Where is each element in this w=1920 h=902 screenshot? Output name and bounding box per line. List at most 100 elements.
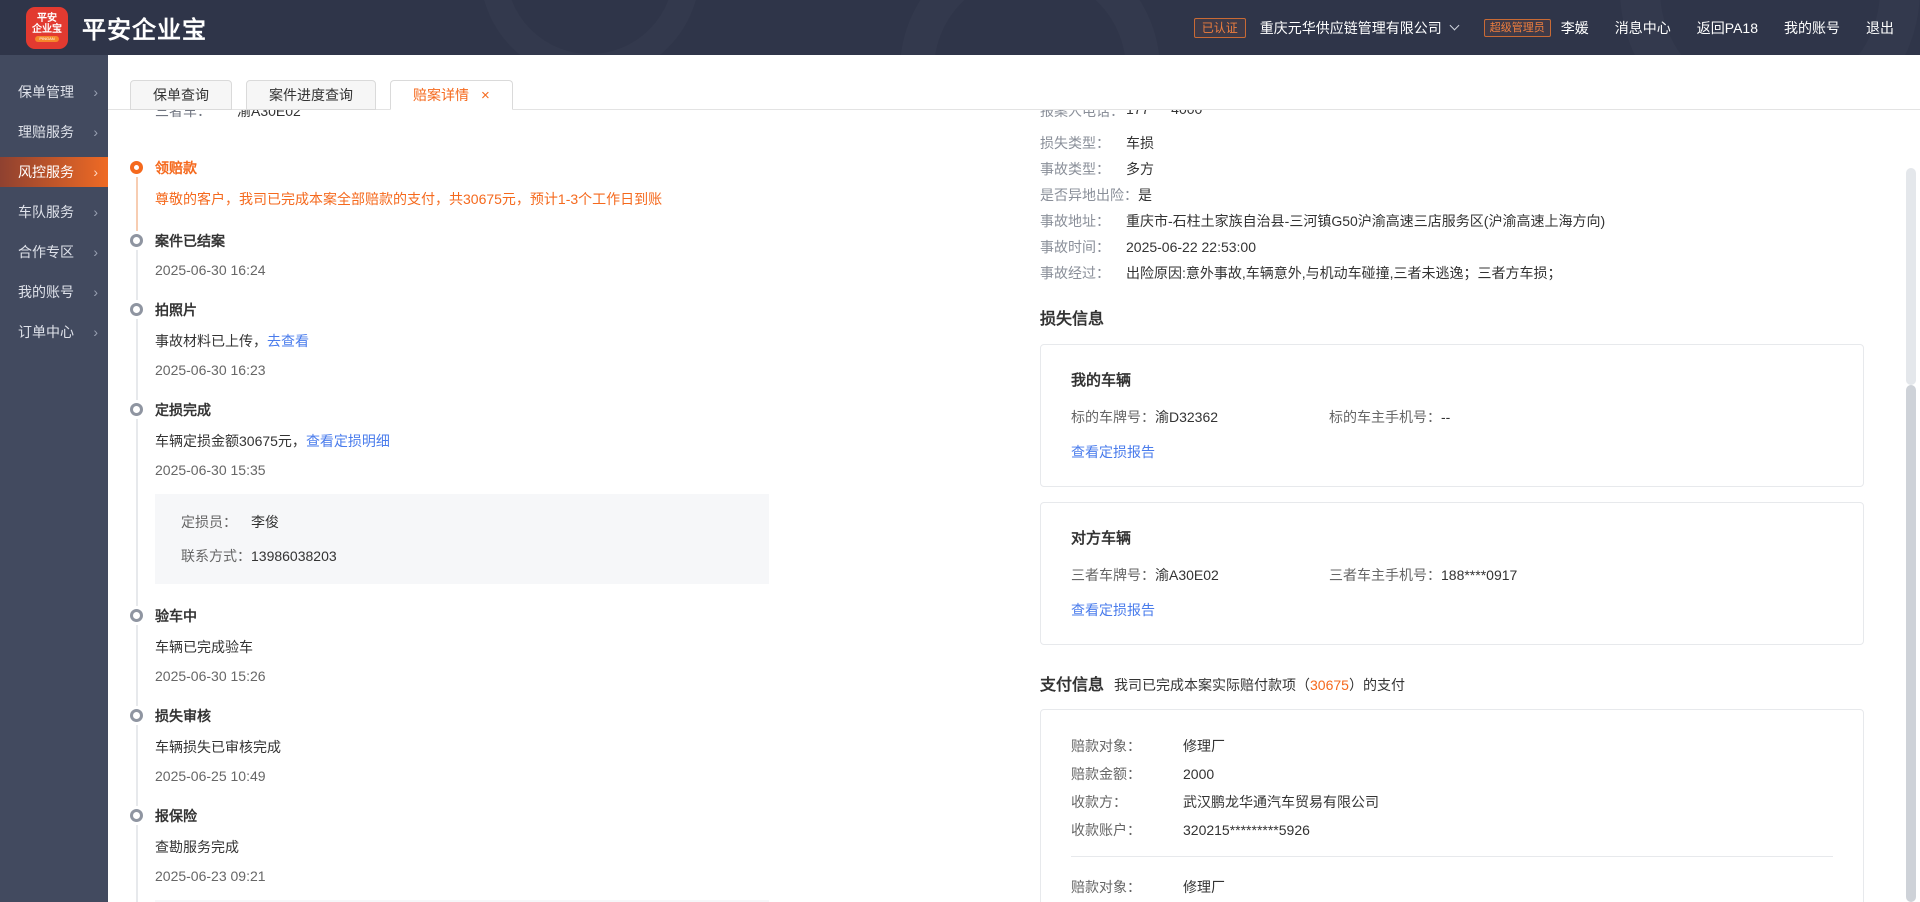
field-value: 出险原因:意外事故,车辆意外,与机动车碰撞,三者未逃逸；三者方车损； (1126, 263, 1562, 283)
vehicle-card-fields: 三者车牌号：渝A30E02三者车主手机号：188****0917 (1071, 565, 1833, 585)
timeline-desc-link[interactable]: 去查看 (267, 333, 309, 349)
timeline-desc-link[interactable]: 查看定损明细 (306, 433, 390, 449)
chevron-right-icon: › (93, 124, 98, 140)
sidebar-item-order-center[interactable]: 订单中心› (0, 317, 108, 347)
timeline-dot-icon (130, 403, 143, 416)
timeline-step-time: 2025-06-30 15:35 (155, 462, 820, 478)
role-badge: 超级管理员 (1484, 19, 1551, 37)
header-decoration-circle (480, 0, 700, 55)
field-value: 重庆市-石柱土家族自治县-三河镇G50沪渝高速三店服务区(沪渝高速上海方向) (1126, 211, 1605, 231)
field-value: 车损 (1126, 133, 1154, 153)
app-title: 平安企业宝 (82, 10, 207, 45)
field-label: 标的车主手机号： (1329, 409, 1441, 425)
loss-info-title: 损失信息 (1040, 305, 1864, 329)
timeline-connector (136, 419, 138, 606)
tab-case-progress-query[interactable]: 案件进度查询 (246, 80, 376, 110)
company-name: 重庆元华供应链管理有限公司 (1260, 18, 1442, 38)
timeline-desc-text: 车辆定损金额30675元， (155, 433, 306, 449)
field-label: 赔款对象： (1071, 736, 1183, 756)
certified-badge: 已认证 (1194, 18, 1246, 38)
scrollbar-thumb-secondary[interactable] (1906, 168, 1916, 385)
main-content: 保单查询 案件进度查询 赔案详情× 三者车： 渝A30E02 领赔款尊敬的客户，我司… (108, 55, 1920, 902)
user-name[interactable]: 李媛 (1561, 18, 1589, 38)
tab-claim-detail[interactable]: 赔案详情× (390, 80, 513, 110)
timeline-step-title: 案件已结案 (155, 231, 820, 251)
field-value: 是 (1138, 185, 1152, 205)
timeline-item-loss-assessment-complete: 定损完成车辆定损金额30675元，查看定损明细2025-06-30 15:35定… (130, 400, 820, 606)
header-link-back-to-pa18[interactable]: 返回PA18 (1697, 18, 1758, 38)
chevron-right-icon: › (93, 164, 98, 180)
header-link-message-center[interactable]: 消息中心 (1615, 18, 1671, 38)
timeline-item-photos-taken: 拍照片事故材料已上传，去查看 2025-06-30 16:23 (130, 300, 820, 400)
sidebar-item-my-account[interactable]: 我的账号› (0, 277, 108, 307)
sidebar-item-label: 理赔服务 (18, 122, 93, 142)
view-loss-report-link[interactable]: 查看定损报告 (1071, 600, 1155, 620)
sidebar-item-fleet-service[interactable]: 车队服务› (0, 197, 108, 227)
payment-row: 赔款金额：2000 (1071, 764, 1833, 784)
accident-info-row: 损失类型：车损 (1040, 133, 1864, 153)
tab-label: 保单查询 (153, 87, 209, 103)
tab-label: 案件进度查询 (269, 87, 353, 103)
claim-timeline-panel: 三者车： 渝A30E02 领赔款尊敬的客户，我司已完成本案全部赔款的支付，共30… (130, 101, 820, 902)
payment-row: 收款方：武汉鹏龙华通汽车贸易有限公司 (1071, 792, 1833, 812)
detail-box-row: 定损员：李俊 (181, 512, 743, 532)
timeline-step-title: 拍照片 (155, 300, 820, 320)
field-label: 联系方式： (181, 546, 251, 566)
timeline-connector (136, 725, 138, 806)
payment-subtitle-suffix: ）的支付 (1349, 677, 1405, 693)
payment-info-title: 支付信息 (1040, 671, 1104, 695)
view-loss-report-link[interactable]: 查看定损报告 (1071, 442, 1155, 462)
close-icon[interactable]: × (481, 88, 490, 103)
app-logo-subtext: PINGAN (35, 36, 58, 42)
sidebar-item-label: 风控服务 (18, 162, 93, 182)
field-label: 三者车主手机号： (1329, 567, 1441, 583)
field-label: 赔款金额： (1071, 764, 1183, 784)
timeline-step-time: 2025-06-30 16:23 (155, 362, 820, 378)
field-value: 320215*********5926 (1183, 820, 1310, 840)
timeline-step-time: 2025-06-30 16:24 (155, 262, 820, 278)
payment-card: 赔款对象：修理厂赔款金额：2000收款方：武汉鹏龙华通汽车贸易有限公司收款账户：… (1040, 709, 1864, 902)
timeline-step-desc: 尊敬的客户，我司已完成本案全部赔款的支付，共30675元，预计1-3个工作日到账 (155, 189, 820, 209)
field-value: 修理厂 (1183, 736, 1225, 756)
header-link-logout[interactable]: 退出 (1866, 18, 1894, 38)
sidebar-item-label: 订单中心 (18, 322, 93, 342)
field-value: 武汉鹏龙华通汽车贸易有限公司 (1183, 792, 1379, 812)
field-label: 收款方： (1071, 792, 1183, 812)
field-label: 是否异地出险： (1040, 185, 1138, 205)
sidebar-item-policy-management[interactable]: 保单管理› (0, 77, 108, 107)
timeline-step-title: 报保险 (155, 806, 820, 826)
sidebar-item-label: 合作专区 (18, 242, 93, 262)
vehicle-card-fields: 标的车牌号：渝D32362标的车主手机号：-- (1071, 407, 1833, 427)
vehicle-card-title: 对方车辆 (1071, 527, 1833, 548)
sidebar-item-claims-service[interactable]: 理赔服务› (0, 117, 108, 147)
scrollbar-thumb[interactable] (1906, 385, 1916, 902)
accident-info-row: 事故地址：重庆市-石柱土家族自治县-三河镇G50沪渝高速三店服务区(沪渝高速上海… (1040, 211, 1864, 231)
chevron-down-icon (1449, 21, 1459, 31)
timeline-step-time: 2025-06-25 10:49 (155, 768, 820, 784)
sidebar-item-label: 车队服务 (18, 202, 93, 222)
field-label: 事故类型： (1040, 159, 1126, 179)
timeline-step-time: 2025-06-30 15:26 (155, 668, 820, 684)
vehicle-card-title: 我的车辆 (1071, 369, 1833, 390)
tab-policy-query[interactable]: 保单查询 (130, 80, 232, 110)
timeline-detail-box: 定损员：李俊联系方式：13986038203 (155, 494, 769, 584)
timeline-dot-icon (130, 161, 143, 174)
chevron-right-icon: › (93, 204, 98, 220)
vehicle-field: 标的车牌号：渝D32362 (1071, 407, 1329, 427)
sidebar-item-cooperation-zone[interactable]: 合作专区› (0, 237, 108, 267)
timeline: 领赔款尊敬的客户，我司已完成本案全部赔款的支付，共30675元，预计1-3个工作… (130, 158, 820, 902)
sidebar-item-risk-control-service[interactable]: 风控服务› (0, 157, 108, 187)
field-label: 赔款对象： (1071, 877, 1183, 897)
loss-cards: 我的车辆标的车牌号：渝D32362标的车主手机号：--查看定损报告对方车辆三者车… (1040, 344, 1864, 645)
timeline-dot-icon (130, 809, 143, 822)
app-logo-icon: 平安 企业宝 PINGAN (26, 7, 68, 49)
header-link-my-account[interactable]: 我的账号 (1784, 18, 1840, 38)
tab-bar: 保单查询 案件进度查询 赔案详情× (108, 55, 1920, 110)
vehicle-field: 三者车主手机号：188****0917 (1329, 565, 1517, 585)
company-selector[interactable]: 重庆元华供应链管理有限公司 (1260, 18, 1458, 38)
sidebar-item-label: 保单管理 (18, 82, 93, 102)
timeline-item-receive-payment: 领赔款尊敬的客户，我司已完成本案全部赔款的支付，共30675元，预计1-3个工作… (130, 158, 820, 231)
accident-info-row: 是否异地出险：是 (1040, 185, 1864, 205)
timeline-dot-icon (130, 234, 143, 247)
timeline-desc-text: 事故材料已上传， (155, 333, 267, 349)
